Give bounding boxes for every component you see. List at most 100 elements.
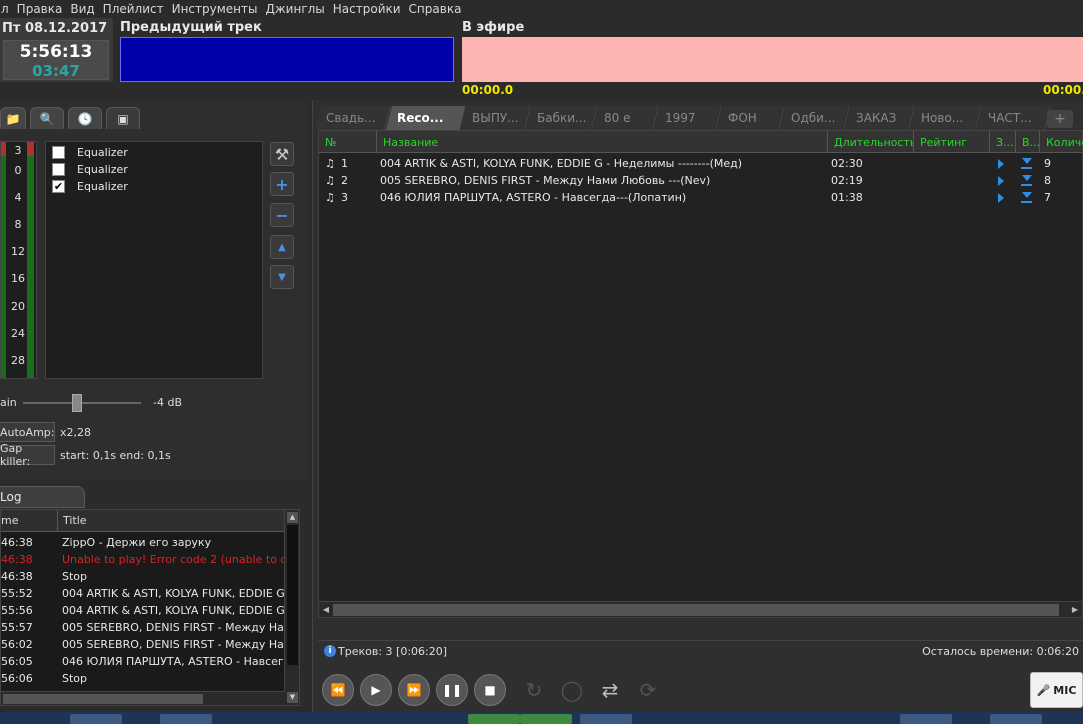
download-icon[interactable]	[1021, 192, 1032, 203]
col-count[interactable]: Количе	[1040, 131, 1083, 153]
on-air-time-right: 00:00.	[1043, 83, 1083, 97]
play-button[interactable]: ▶	[360, 674, 392, 706]
scroll-up-icon[interactable]: ▲	[287, 512, 298, 523]
fast-forward-button[interactable]: ⏩	[398, 674, 430, 706]
move-down-button[interactable]: ▼	[270, 265, 294, 289]
pause-button[interactable]: ❚❚	[436, 674, 468, 706]
log-row[interactable]: 46:38 Stop	[1, 568, 285, 585]
taskbar-item[interactable]	[160, 714, 212, 724]
scroll-left-icon[interactable]: ◀	[320, 604, 332, 616]
track-row[interactable]: ♫ 1 004 ARTIK & ASTI, KOLYA FUNK, EDDIE G …	[319, 155, 1082, 172]
download-icon[interactable]	[1021, 175, 1032, 186]
autoamp-button[interactable]: AutoAmp:	[0, 422, 55, 442]
col-c2[interactable]: В...	[1016, 131, 1040, 153]
menu-item[interactable]: Плейлист	[99, 2, 168, 16]
add-button[interactable]: +	[270, 172, 294, 196]
menu-item[interactable]: л	[0, 2, 13, 16]
loop-button[interactable]: ⟳	[632, 674, 664, 706]
stop-button[interactable]: ■	[474, 674, 506, 706]
playlist-tab[interactable]: ЧАСТ...	[977, 106, 1051, 130]
col-num[interactable]: №	[319, 131, 377, 153]
add-tab-button[interactable]: +	[1047, 110, 1073, 128]
track-row[interactable]: ♫ 2 005 SEREBRO, DENIS FIRST - Между Нами …	[319, 172, 1082, 189]
playlist-tab[interactable]: 80 е	[593, 106, 659, 130]
equalizer-checkbox[interactable]	[52, 145, 65, 159]
taskbar-item[interactable]	[990, 714, 1042, 724]
move-up-button[interactable]: ▲	[270, 235, 294, 259]
log-row[interactable]: 55:56 004 ARTIK & ASTI, KOLYA FUNK, EDDIE…	[1, 602, 285, 619]
taskbar-item[interactable]	[468, 714, 520, 724]
scroll-down-icon[interactable]: ▼	[287, 692, 298, 703]
equalizer-checkbox[interactable]	[52, 162, 65, 176]
log-tab[interactable]: Log	[0, 486, 85, 508]
settings-button[interactable]: ⚒	[270, 142, 294, 166]
playlist-tab[interactable]: ЗАКАЗ	[845, 106, 915, 130]
taskbar-item[interactable]	[900, 714, 952, 724]
play-triangle-icon[interactable]	[998, 193, 1004, 203]
folder-tab[interactable]: 📁	[0, 107, 26, 129]
playlist-tab[interactable]: Reco...	[386, 106, 466, 130]
playlist-tab[interactable]: 1997	[654, 106, 722, 130]
grid-hscroll[interactable]: ◀ ▶	[319, 601, 1082, 617]
grid-hscroll-thumb[interactable]	[333, 604, 1059, 616]
playlist-tab[interactable]: ФОН	[717, 106, 785, 130]
playlist-tab[interactable]: Одби...	[780, 106, 850, 130]
taskbar-item[interactable]	[520, 714, 572, 724]
repeat-one-button[interactable]: ↻	[518, 674, 550, 706]
taskbar-item[interactable]	[70, 714, 122, 724]
track-row[interactable]: ♫ 3 046 ЮЛИЯ ПАРШУТА, ASTERO - Навсегда---…	[319, 189, 1082, 206]
download-icon[interactable]	[1021, 158, 1032, 169]
repeat-button[interactable]: ◯	[556, 674, 588, 706]
device-tab[interactable]: ▣	[106, 107, 140, 129]
log-col-title[interactable]: Title	[57, 510, 87, 532]
log-hscroll[interactable]	[1, 691, 285, 705]
playlist-tabs: Свадь... Reco... ВЫПУ... Бабки... 80 е 1997 ФО…	[315, 106, 1051, 130]
log-hscroll-thumb[interactable]	[3, 694, 203, 704]
info-icon: i	[324, 645, 336, 657]
gapkiller-button[interactable]: Gap killer:	[0, 442, 55, 468]
track-number: 1	[341, 157, 348, 170]
gain-slider-track[interactable]	[23, 402, 141, 404]
gain-slider-thumb[interactable]	[71, 394, 82, 412]
menu-item[interactable]: Инструменты	[168, 2, 262, 16]
log-col-time[interactable]: me	[1, 514, 18, 527]
clock-tab[interactable]: 🕓	[68, 107, 102, 129]
menu-item[interactable]: Справка	[405, 2, 466, 16]
log-row[interactable]: 56:02 005 SEREBRO, DENIS FIRST - Между На…	[1, 636, 285, 653]
playlist-tab[interactable]: Ново...	[910, 106, 982, 130]
col-rating[interactable]: Рейтинг	[914, 131, 990, 153]
shuffle-button[interactable]: ⇄	[594, 674, 626, 706]
playlist-tab[interactable]: Свадь...	[315, 106, 391, 130]
rewind-button[interactable]: ⏪	[322, 674, 354, 706]
mic-button[interactable]: 🎤 MIC	[1030, 672, 1083, 708]
menu-item[interactable]: Настройки	[329, 2, 405, 16]
menu-item[interactable]: Правка	[13, 2, 67, 16]
play-triangle-icon[interactable]	[998, 176, 1004, 186]
play-triangle-icon[interactable]	[998, 159, 1004, 169]
equalizer-item[interactable]: Equalizer	[52, 161, 128, 177]
remove-button[interactable]: −	[270, 203, 294, 227]
menu-item[interactable]: Джинглы	[261, 2, 328, 16]
log-row[interactable]: 55:57 005 SEREBRO, DENIS FIRST - Между На…	[1, 619, 285, 636]
fast-forward-icon: ⏩	[406, 683, 422, 697]
col-name[interactable]: Название	[377, 131, 828, 153]
log-row[interactable]: 56:05 046 ЮЛИЯ ПАРШУТА, ASTERO - Навсегда…	[1, 653, 285, 670]
log-row[interactable]: 46:38 ZippO - Держи его заруку	[1, 534, 285, 551]
equalizer-item[interactable]: Equalizer	[52, 144, 128, 160]
playlist-tab[interactable]: ВЫПУ...	[461, 106, 531, 130]
log-vscroll-thumb[interactable]	[287, 525, 298, 665]
menu-item[interactable]: Вид	[66, 2, 98, 16]
log-title: Stop	[62, 672, 88, 685]
equalizer-checkbox[interactable]: ✔	[52, 179, 65, 193]
col-c1[interactable]: З...	[990, 131, 1016, 153]
search-tab[interactable]: 🔍	[30, 107, 64, 129]
log-row[interactable]: 55:52 004 ARTIK & ASTI, KOLYA FUNK, EDDIE…	[1, 585, 285, 602]
col-duration[interactable]: Длительность	[828, 131, 914, 153]
taskbar-item[interactable]	[580, 714, 632, 724]
equalizer-item[interactable]: ✔ Equalizer	[52, 178, 128, 194]
log-row[interactable]: 46:38 Unable to play! Error code 2 (unabl…	[1, 551, 285, 568]
log-vscroll[interactable]: ▲ ▼	[284, 510, 299, 705]
log-row[interactable]: 56:06 Stop	[1, 670, 285, 687]
playlist-tab[interactable]: Бабки...	[526, 106, 598, 130]
scroll-right-icon[interactable]: ▶	[1069, 604, 1081, 616]
